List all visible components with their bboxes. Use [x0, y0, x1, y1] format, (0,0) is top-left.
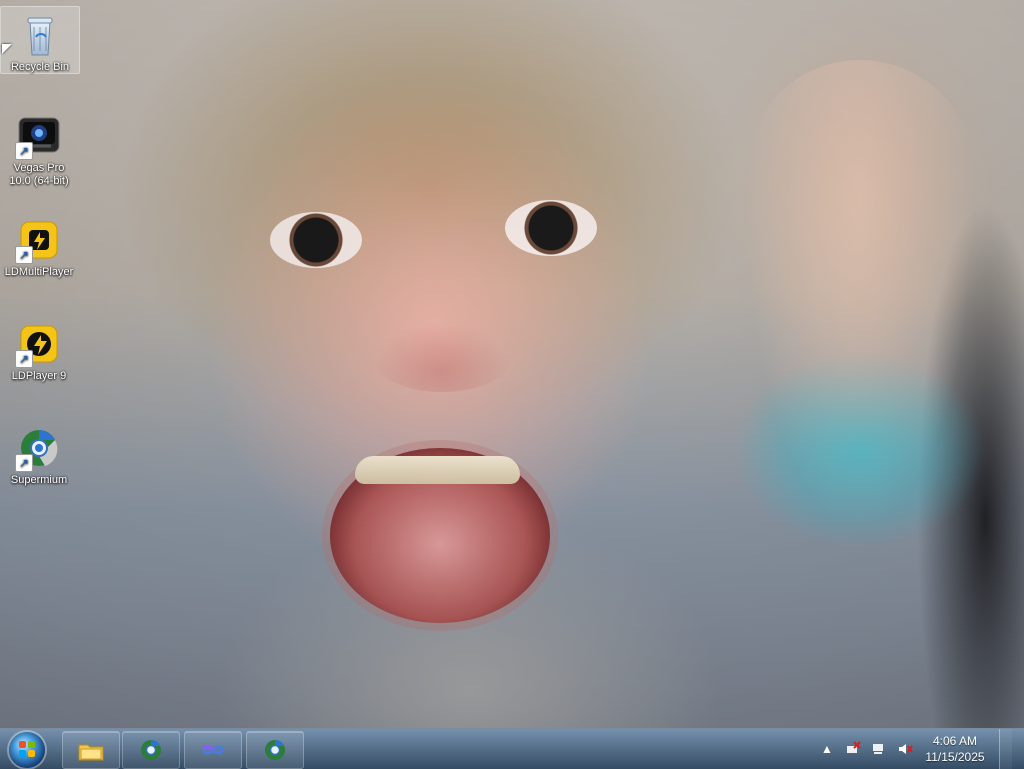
mouse-cursor [2, 44, 12, 54]
network-error-icon[interactable] [844, 740, 862, 758]
show-desktop-button[interactable] [999, 729, 1012, 769]
file-explorer-icon [77, 738, 105, 762]
desktop-icon-label: LDPlayer 9 [11, 370, 67, 382]
volume-muted-icon[interactable] [896, 740, 914, 758]
supermium-icon: ↗ [15, 424, 63, 472]
taskbar-clock[interactable]: 4:06 AM 11/15/2025 [920, 733, 990, 765]
shortcut-arrow-icon: ↗ [15, 454, 33, 472]
infinity-loop-icon [199, 738, 227, 762]
shortcut-arrow-icon: ↗ [15, 246, 33, 264]
clock-date: 11/15/2025 [925, 750, 985, 764]
ldplayer9-icon: ↗ [15, 320, 63, 368]
action-center-icon[interactable] [870, 740, 888, 758]
recycle-bin-icon [16, 11, 64, 59]
taskbar-file-explorer-button[interactable] [62, 731, 120, 769]
shortcut-arrow-icon: ↗ [15, 142, 33, 160]
desktop-icon-label: Recycle Bin [10, 61, 70, 73]
desktop-icon-ldmultiplayer[interactable]: ↗ LDMultiPlayer [0, 212, 78, 279]
taskbar-supermium-active-button[interactable] [246, 731, 304, 769]
taskbar: ▲ 4:06 AM 11/15/2025 [0, 728, 1024, 769]
desktop-icon-label: Supermium [10, 474, 68, 486]
windows-flag-icon [19, 741, 35, 757]
supermium-icon [261, 738, 289, 762]
wallpaper-vignette [0, 0, 1024, 728]
desktop-icon-label: LDMultiPlayer [4, 266, 74, 278]
vegas-pro-icon: ↗ [15, 112, 63, 160]
shortcut-arrow-icon: ↗ [15, 350, 33, 368]
show-hidden-icons-icon[interactable]: ▲ [818, 740, 836, 758]
desktop-icon-ldplayer9[interactable]: ↗ LDPlayer 9 [0, 316, 78, 383]
desktop-wallpaper [0, 0, 1024, 728]
desktop-icon-label: Vegas Pro 10.0 (64-bit) [9, 162, 69, 187]
desktop-icon-vegas-pro[interactable]: ↗ Vegas Pro 10.0 (64-bit) [0, 108, 78, 188]
desktop-icon-recycle-bin[interactable]: Recycle Bin [0, 6, 80, 74]
desktop-icon-supermium[interactable]: ↗ Supermium [0, 420, 78, 487]
taskbar-supermium-button[interactable] [122, 731, 180, 769]
supermium-icon [137, 738, 165, 762]
clock-time: 4:06 AM [932, 734, 978, 748]
start-button[interactable] [6, 731, 48, 768]
taskbar-app-button[interactable] [184, 731, 242, 769]
ldmultiplayer-icon: ↗ [15, 216, 63, 264]
tray-icons: ▲ [818, 740, 914, 758]
